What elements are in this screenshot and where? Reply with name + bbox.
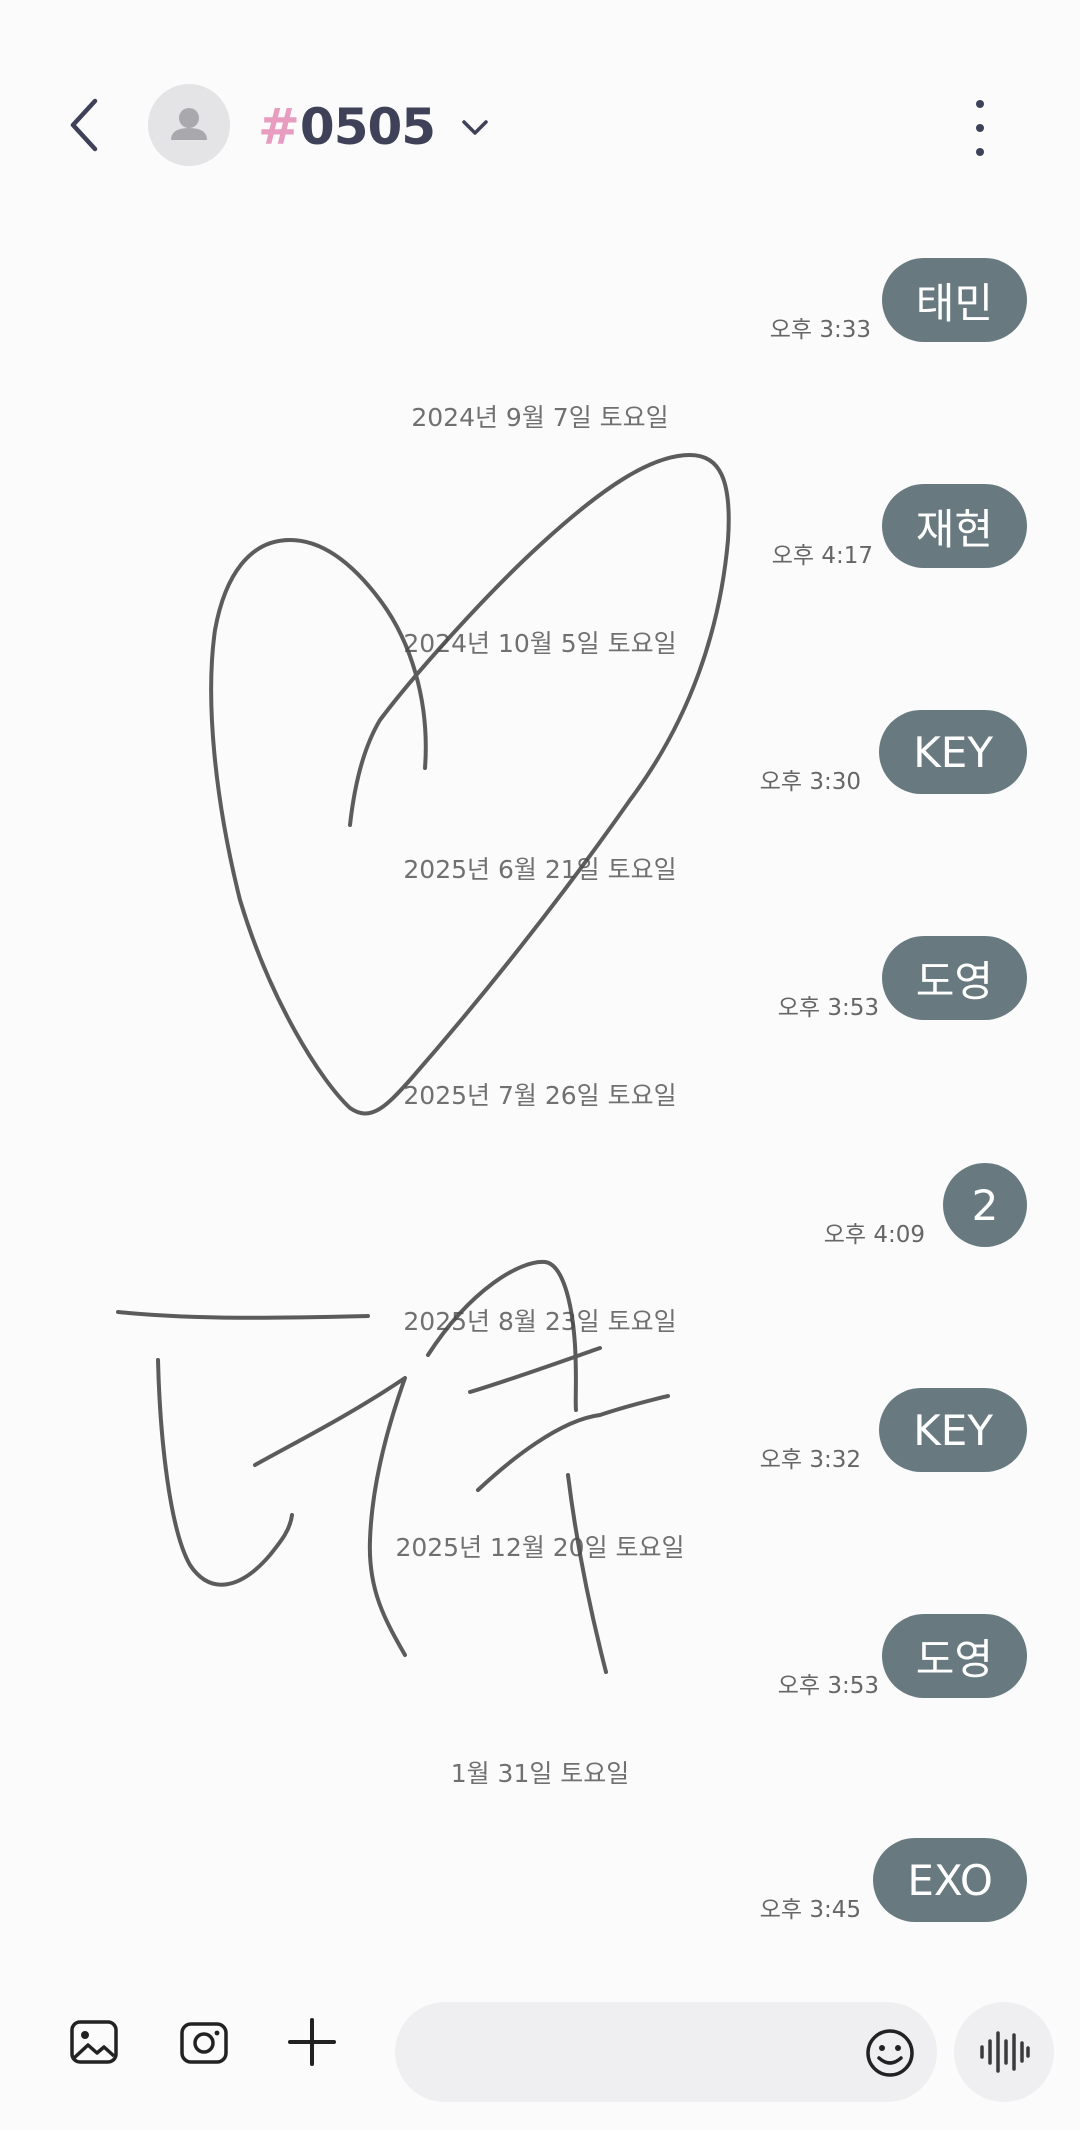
message-bubble[interactable]: 도영 [881, 1614, 1027, 1698]
plus-icon [288, 2018, 336, 2066]
message-bubble[interactable]: EXO [873, 1838, 1027, 1922]
camera-button[interactable] [172, 2010, 236, 2074]
more-dot [976, 100, 984, 108]
message-bubble[interactable]: KEY [879, 710, 1027, 794]
message-time: 오후 3:30 [759, 769, 861, 795]
contact-avatar[interactable] [148, 84, 230, 166]
conversation-title[interactable]: # 0505 [258, 92, 491, 162]
message-input[interactable] [425, 2002, 849, 2104]
date-divider: 2025년 6월 21일 토요일 [403, 855, 677, 884]
attach-button[interactable] [280, 2010, 344, 2074]
message-time: 오후 3:53 [777, 1673, 879, 1699]
date-divider: 2025년 12월 20일 토요일 [395, 1533, 685, 1562]
image-icon [70, 2020, 118, 2064]
more-options-button[interactable] [955, 100, 1005, 156]
title-text: 0505 [299, 98, 436, 156]
back-button[interactable] [50, 90, 120, 160]
message-bubble[interactable]: 도영 [881, 936, 1027, 1020]
gallery-button[interactable] [62, 2010, 126, 2074]
date-divider: 2024년 10월 5일 토요일 [403, 629, 677, 658]
smiley-icon [866, 2029, 914, 2077]
message-time: 오후 4:17 [771, 543, 873, 569]
more-dot [976, 124, 984, 132]
date-divider: 2025년 7월 26일 토요일 [403, 1081, 677, 1110]
chevron-left-icon [70, 98, 98, 152]
message-bubble[interactable]: 재현 [881, 484, 1027, 568]
message-time: 오후 3:32 [759, 1447, 861, 1473]
message-bubble[interactable]: KEY [879, 1388, 1027, 1472]
message-time: 오후 3:45 [759, 1897, 861, 1923]
chevron-down-icon[interactable] [459, 111, 491, 143]
title-hash: # [258, 98, 300, 156]
emoji-button[interactable] [863, 2026, 917, 2080]
message-bubble[interactable]: 2 [943, 1163, 1027, 1247]
composer-bar [0, 1985, 1080, 2130]
voice-wave-icon [980, 2031, 1030, 2073]
person-icon [171, 108, 207, 140]
date-divider: 2024년 9월 7일 토요일 [411, 403, 669, 432]
camera-icon [180, 2022, 228, 2064]
message-bubble[interactable]: 태민 [881, 258, 1027, 342]
voice-input-button[interactable] [954, 2002, 1054, 2102]
message-input-container [395, 2002, 937, 2104]
date-divider: 1월 31일 토요일 [450, 1759, 630, 1788]
date-divider: 2025년 8월 23일 토요일 [403, 1307, 677, 1336]
message-time: 오후 3:33 [769, 317, 871, 343]
message-time: 오후 3:53 [777, 995, 879, 1021]
more-dot [976, 148, 984, 156]
conversation-header: # 0505 [0, 0, 1080, 200]
message-time: 오후 4:09 [823, 1222, 925, 1248]
